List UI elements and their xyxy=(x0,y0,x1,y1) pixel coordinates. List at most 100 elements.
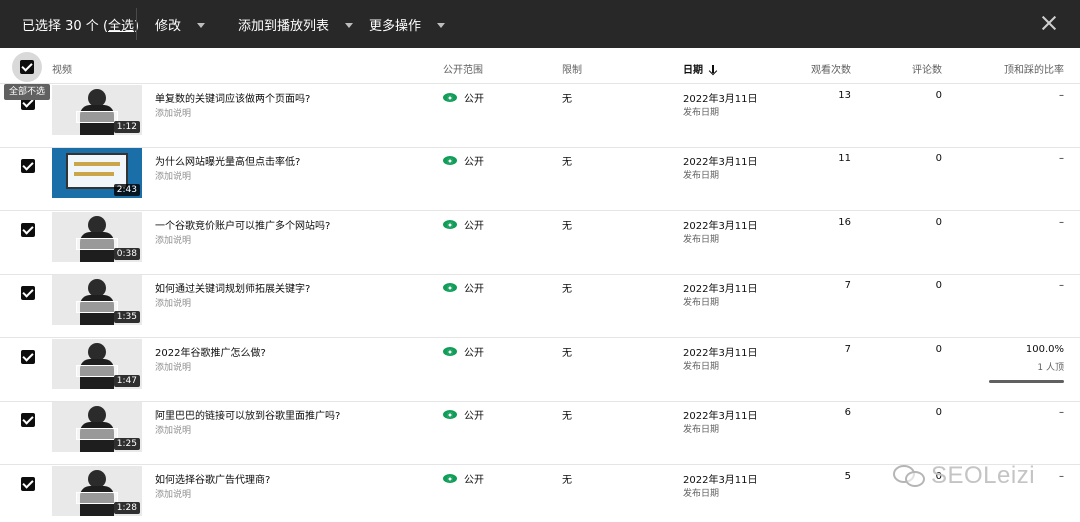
add-description-link[interactable]: 添加说明 xyxy=(155,169,191,182)
video-thumbnail[interactable]: 0:38 xyxy=(52,212,142,262)
publish-date: 2022年3月11日 xyxy=(683,221,758,232)
row-checkbox[interactable] xyxy=(21,350,35,364)
chevron-down-icon xyxy=(437,23,446,28)
column-video: 视频 xyxy=(52,65,72,76)
restriction-value: 无 xyxy=(562,475,572,486)
table-row[interactable]: 1:35 如何通过关键词规划师拓展关键字? 添加说明 公开 无 2022年3月1… xyxy=(0,275,1080,338)
column-like-ratio[interactable]: 顶和踩的比率 xyxy=(1004,61,1064,76)
row-checkbox[interactable] xyxy=(21,159,35,173)
column-comments[interactable]: 评论数 xyxy=(912,61,942,76)
add-to-playlist-label: 添加到播放列表 xyxy=(238,19,330,34)
visibility-status[interactable]: 公开 xyxy=(443,153,484,168)
visibility-status[interactable]: 公开 xyxy=(443,407,484,422)
visibility-status[interactable]: 公开 xyxy=(443,217,484,232)
video-duration: 1:12 xyxy=(113,121,140,133)
video-duration: 1:35 xyxy=(113,311,140,323)
table-row[interactable]: 2:43 为什么网站曝光量高但点击率低? 添加说明 公开 无 2022年3月11… xyxy=(0,148,1080,211)
video-thumbnail[interactable]: 1:28 xyxy=(52,466,142,516)
publish-date-label: 发布日期 xyxy=(683,489,720,499)
column-date[interactable]: 日期 xyxy=(683,61,717,76)
row-checkbox[interactable] xyxy=(21,286,35,300)
chevron-down-icon xyxy=(345,23,354,28)
video-duration: 0:38 xyxy=(113,248,140,260)
comment-count: 0 xyxy=(935,280,942,291)
more-actions-label: 更多操作 xyxy=(369,19,422,34)
visibility-status[interactable]: 公开 xyxy=(443,344,484,359)
like-ratio: – xyxy=(1059,280,1064,291)
publish-date: 2022年3月11日 xyxy=(683,348,758,359)
visibility-label: 公开 xyxy=(464,411,484,422)
video-thumbnail[interactable]: 2:43 xyxy=(52,148,142,198)
view-count: 6 xyxy=(844,407,851,418)
comment-count: 0 xyxy=(935,153,942,164)
video-duration: 2:43 xyxy=(113,184,140,196)
publish-date-label: 发布日期 xyxy=(683,362,720,372)
publish-date-label: 发布日期 xyxy=(683,425,720,435)
publish-date-label: 发布日期 xyxy=(683,298,720,308)
comment-count: 0 xyxy=(935,90,942,101)
table-row[interactable]: 1:12 单复数的关键词应该做两个页面吗? 添加说明 公开 无 2022年3月1… xyxy=(0,85,1080,148)
column-restrictions[interactable]: 限制 xyxy=(562,61,582,76)
view-count: 13 xyxy=(838,90,851,101)
eye-icon xyxy=(443,93,457,102)
row-checkbox[interactable] xyxy=(21,477,35,491)
video-title[interactable]: 单复数的关键词应该做两个页面吗? xyxy=(155,90,310,105)
eye-icon xyxy=(443,156,457,165)
visibility-status[interactable]: 公开 xyxy=(443,280,484,295)
video-title[interactable]: 一个谷歌竞价账户可以推广多个网站吗? xyxy=(155,217,330,232)
close-icon[interactable] xyxy=(1040,14,1058,32)
video-title[interactable]: 如何选择谷歌广告代理商? xyxy=(155,471,270,486)
publish-date: 2022年3月11日 xyxy=(683,411,758,422)
video-title[interactable]: 2022年谷歌推广怎么做? xyxy=(155,344,266,359)
publish-date-label: 发布日期 xyxy=(683,235,720,245)
view-count: 7 xyxy=(844,344,851,355)
add-to-playlist-button[interactable]: 添加到播放列表 xyxy=(238,15,354,34)
eye-icon xyxy=(443,220,457,229)
view-count: 7 xyxy=(844,280,851,291)
table-row[interactable]: 1:25 阿里巴巴的链接可以放到谷歌里面推广吗? 添加说明 公开 无 2022年… xyxy=(0,402,1080,465)
visibility-label: 公开 xyxy=(464,284,484,295)
comment-count: 0 xyxy=(935,344,942,355)
video-title[interactable]: 阿里巴巴的链接可以放到谷歌里面推广吗? xyxy=(155,407,340,422)
column-visibility[interactable]: 公开范围 xyxy=(443,61,483,76)
column-views[interactable]: 观看次数 xyxy=(811,61,851,76)
like-ratio: – xyxy=(1059,407,1064,418)
visibility-status[interactable]: 公开 xyxy=(443,471,484,486)
table-header: 视频 公开范围 限制 日期 观看次数 评论数 顶和踩的比率 xyxy=(0,48,1080,84)
add-description-link[interactable]: 添加说明 xyxy=(155,296,191,309)
visibility-label: 公开 xyxy=(464,221,484,232)
eye-icon xyxy=(443,410,457,419)
visibility-label: 公开 xyxy=(464,348,484,359)
edit-menu-button[interactable]: 修改 xyxy=(155,15,206,34)
table-row[interactable]: 1:47 2022年谷歌推广怎么做? 添加说明 公开 无 2022年3月11日 … xyxy=(0,339,1080,402)
table-row[interactable]: 0:38 一个谷歌竞价账户可以推广多个网站吗? 添加说明 公开 无 2022年3… xyxy=(0,212,1080,275)
wechat-icon xyxy=(893,463,927,489)
add-description-link[interactable]: 添加说明 xyxy=(155,360,191,373)
video-thumbnail[interactable]: 1:35 xyxy=(52,275,142,325)
comment-count: 0 xyxy=(935,217,942,228)
add-description-link[interactable]: 添加说明 xyxy=(155,106,191,119)
selection-toolbar: 已选择 30 个 (全选) 修改 添加到播放列表 更多操作 xyxy=(0,0,1080,48)
add-description-link[interactable]: 添加说明 xyxy=(155,233,191,246)
deselect-all-tooltip: 全部不选 xyxy=(4,84,50,100)
add-description-link[interactable]: 添加说明 xyxy=(155,487,191,500)
publish-date: 2022年3月11日 xyxy=(683,157,758,168)
select-all-checkbox[interactable] xyxy=(12,52,42,82)
video-title[interactable]: 为什么网站曝光量高但点击率低? xyxy=(155,153,300,168)
watermark-text: SEOLeizi xyxy=(931,462,1036,489)
checkbox-checked-icon xyxy=(20,60,34,74)
add-description-link[interactable]: 添加说明 xyxy=(155,423,191,436)
visibility-status[interactable]: 公开 xyxy=(443,90,484,105)
video-thumbnail[interactable]: 1:25 xyxy=(52,402,142,452)
restriction-value: 无 xyxy=(562,94,572,105)
video-title[interactable]: 如何通过关键词规划师拓展关键字? xyxy=(155,280,310,295)
video-thumbnail[interactable]: 1:12 xyxy=(52,85,142,135)
row-checkbox[interactable] xyxy=(21,223,35,237)
more-actions-button[interactable]: 更多操作 xyxy=(369,15,446,34)
row-checkbox[interactable] xyxy=(21,413,35,427)
publish-date: 2022年3月11日 xyxy=(683,475,758,486)
like-ratio: 100.0% xyxy=(1025,344,1064,355)
select-all-link[interactable]: 全选 xyxy=(108,19,134,34)
video-thumbnail[interactable]: 1:47 xyxy=(52,339,142,389)
like-ratio: – xyxy=(1059,471,1064,482)
